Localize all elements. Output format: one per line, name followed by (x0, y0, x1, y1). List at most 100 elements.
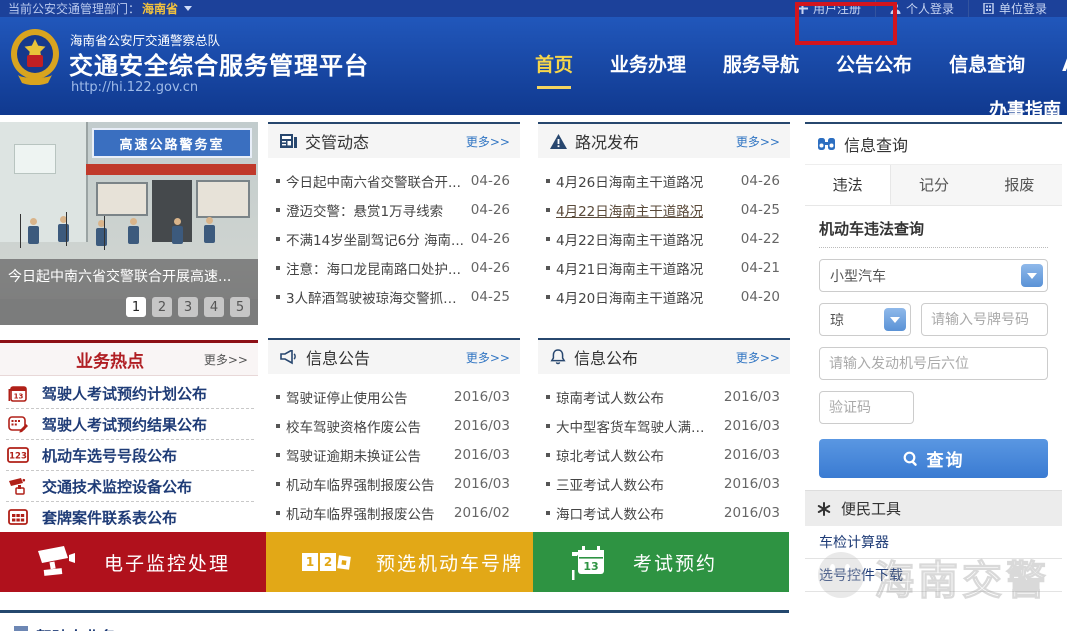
info-notices-more-link[interactable]: 更多>> (466, 349, 510, 366)
newspaper-icon (280, 134, 297, 148)
main-nav: 首页 业务办理 服务导航 公告公布 信息查询 APP下载 (535, 50, 1067, 77)
tab-scrapped[interactable]: 报废 (977, 165, 1062, 205)
search-icon (903, 451, 919, 467)
hot-item-monitoring-devices[interactable]: 交通技术监控设备公布 (6, 471, 254, 502)
personal-login-label: 个人登录 (906, 0, 954, 17)
vehicle-type-value: 小型汽车 (830, 266, 886, 286)
banner-electronic-monitoring[interactable]: 电子监控处理 (0, 532, 266, 592)
news-item[interactable]: 不满14岁坐副驾记6分 海南...04-26 (274, 224, 510, 253)
plate-prefix-select[interactable]: 琼 (819, 303, 911, 336)
tab-violation[interactable]: 违法 (805, 165, 891, 205)
banner-label: 电子监控处理 (104, 549, 230, 576)
number-dice-icon: 12▪ (302, 553, 350, 571)
region-label: 当前公安交通管理部门： (8, 0, 140, 17)
nav-home[interactable]: 首页 (535, 50, 573, 77)
tool-vehicle-inspection-calculator[interactable]: 车检计算器 (805, 526, 1062, 559)
news-item[interactable]: 3人醉酒驾驶被琼海交警抓现行04-25 (274, 282, 510, 311)
engine-number-input[interactable] (819, 347, 1048, 380)
news-item[interactable]: 4月22日海南主干道路况04-25 (544, 195, 780, 224)
panel-info-publications: 信息公布 更多>> 琼南考试人数公布2016/03 大中型客货车驾驶人满分公布2… (538, 338, 790, 527)
org-login-link[interactable]: 单位登录 (968, 0, 1061, 17)
news-item[interactable]: 4月21日海南主干道路况04-21 (544, 253, 780, 282)
panel-hot-business: 业务热点 更多>> 13 驾驶人考试预约计划公布 驾驶人考试预约结果公布 123 (0, 340, 258, 533)
query-tabs: 违法 记分 报废 (805, 164, 1062, 206)
traffic-news-more-link[interactable]: 更多>> (466, 133, 510, 150)
hot-business-more-link[interactable]: 更多>> (204, 351, 248, 368)
pager-5[interactable]: 5 (230, 297, 250, 317)
hot-item-exam-plan[interactable]: 13 驾驶人考试预约计划公布 (6, 378, 254, 409)
plate-123-icon: 123 (6, 444, 30, 466)
plate-number-input[interactable] (921, 303, 1048, 336)
news-item[interactable]: 注意：海口龙昆南路口处护...04-26 (274, 253, 510, 282)
vehicle-type-select[interactable]: 小型汽车 (819, 259, 1048, 292)
tools-panel: 便民工具 车检计算器 选号控件下载 (805, 490, 1062, 631)
info-query-title: 信息查询 (844, 132, 908, 156)
warning-triangle-icon (550, 134, 567, 149)
query-form-title: 机动车违法查询 (819, 218, 1048, 248)
road-conditions-more-link[interactable]: 更多>> (736, 133, 780, 150)
news-item[interactable]: 驾驶证逾期未换证公告2016/03 (274, 440, 510, 469)
news-item[interactable]: 澄迈交警：悬赏1万寻线索04-26 (274, 195, 510, 224)
banner-preselect-plate[interactable]: 12▪ 预选机动车号牌 (266, 532, 533, 592)
info-query-header: 信息查询 (805, 124, 1062, 164)
captcha-input[interactable] (819, 391, 914, 424)
news-item[interactable]: 4月26日海南主干道路况04-26 (544, 166, 780, 195)
news-item[interactable]: 琼南考试人数公布2016/03 (544, 382, 780, 411)
carousel-caption[interactable]: 今日起中南六省交警联合开展高速... (8, 266, 231, 286)
news-item[interactable]: 机动车临界强制报废公告2016/02 (274, 498, 510, 527)
section-divider (0, 610, 789, 613)
hot-item-exam-result[interactable]: 驾驶人考试预约结果公布 (6, 409, 254, 440)
cctv-camera-icon (36, 545, 78, 579)
plate-prefix-value: 琼 (830, 310, 844, 330)
pager-2[interactable]: 2 (152, 297, 172, 317)
megaphone-icon (280, 350, 298, 365)
query-submit-label: 查询 (927, 446, 965, 471)
news-item[interactable]: 三亚考试人数公布2016/03 (544, 469, 780, 498)
top-bar: 当前公安交通管理部门： 海南省 用户注册 个人登录 单位登录 (0, 0, 1067, 17)
tools-header: 便民工具 (805, 490, 1062, 526)
page: 当前公安交通管理部门： 海南省 用户注册 个人登录 单位登录 (0, 0, 1067, 631)
nav-announcements[interactable]: 公告公布 (836, 50, 912, 77)
nav-app-download[interactable]: APP下载 (1062, 50, 1067, 77)
panel-traffic-news-header: 交管动态 更多>> (268, 122, 520, 158)
site-header: 海南省公安厅交通警察总队 交通安全综合服务管理平台 http://hi.122.… (0, 17, 1067, 115)
pager-3[interactable]: 3 (178, 297, 198, 317)
tools-title: 便民工具 (841, 498, 901, 519)
next-section-partial: 驾驶人业务 (14, 619, 314, 631)
panel-title: 信息公告 (306, 345, 370, 369)
banner-label: 预选机动车号牌 (376, 549, 523, 576)
pager-4[interactable]: 4 (204, 297, 224, 317)
news-item[interactable]: 琼北考试人数公布2016/03 (544, 440, 780, 469)
building-icon (983, 3, 995, 15)
chevron-down-icon (1021, 264, 1043, 287)
region-selector[interactable]: 当前公安交通管理部门： 海南省 (8, 0, 192, 17)
tab-points[interactable]: 记分 (891, 165, 976, 205)
news-item[interactable]: 机动车临界强制报废公告2016/03 (274, 469, 510, 498)
nav-info-query[interactable]: 信息查询 (949, 50, 1025, 77)
query-submit-button[interactable]: 查询 (819, 439, 1048, 478)
news-item[interactable]: 4月22日海南主干道路况04-22 (544, 224, 780, 253)
panel-info-notices-header: 信息公告 更多>> (268, 338, 520, 374)
news-item[interactable]: 海口考试人数公布2016/03 (544, 498, 780, 527)
panel-title: 路况发布 (575, 129, 639, 153)
hot-item-cloned-plate-cases[interactable]: 套牌案件联系表公布 (6, 502, 254, 533)
nav-business[interactable]: 业务办理 (610, 50, 686, 77)
tool-plate-widget-download[interactable]: 选号控件下载 (805, 559, 1062, 592)
hot-item-plate-numbers[interactable]: 123 机动车选号号段公布 (6, 440, 254, 471)
news-item[interactable]: 4月20日海南主干道路况04-20 (544, 282, 780, 311)
news-item[interactable]: 大中型客货车驾驶人满分公布2016/03 (544, 411, 780, 440)
banner-exam-appointment[interactable]: 13 考试预约 (533, 532, 789, 592)
news-item[interactable]: 校车驾驶资格作废公告2016/03 (274, 411, 510, 440)
nav-work-guide[interactable]: 办事指南 (989, 96, 1061, 122)
pager-1[interactable]: 1 (126, 297, 146, 317)
section-icon (14, 626, 28, 631)
site-url: http://hi.122.gov.cn (71, 80, 198, 95)
binoculars-icon (817, 137, 836, 151)
news-item[interactable]: 今日起中南六省交警联合开...04-26 (274, 166, 510, 195)
calendar-13-icon: 13 (569, 544, 607, 580)
news-carousel[interactable]: 高速公路警务室 今日起中南六省交警联合开展高速... 1 2 3 4 5 (0, 122, 258, 325)
news-item[interactable]: 驾驶证停止使用公告2016/03 (274, 382, 510, 411)
info-publications-more-link[interactable]: 更多>> (736, 349, 780, 366)
nav-service-guide[interactable]: 服务导航 (723, 50, 799, 77)
panel-road-conditions: 路况发布 更多>> 4月26日海南主干道路况04-26 4月22日海南主干道路况… (538, 122, 790, 311)
